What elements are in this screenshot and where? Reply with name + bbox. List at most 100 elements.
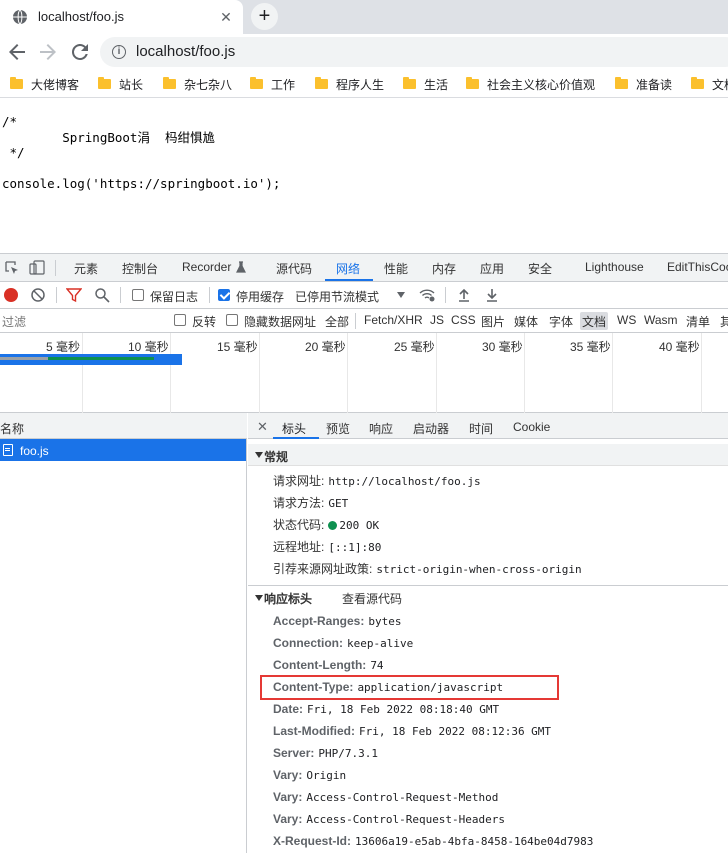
reload-icon[interactable] <box>68 40 92 64</box>
request-download-bar <box>48 357 154 360</box>
forward-arrow-icon[interactable] <box>36 40 60 64</box>
filter-type-all[interactable]: 全部 <box>323 312 351 330</box>
tab-close-icon[interactable]: ✕ <box>216 7 236 27</box>
devtools-tabbar: 元素 控制台 Recorder 源代码 网络 性能 内存 应用 安全 Light… <box>0 254 728 282</box>
export-har-icon[interactable] <box>484 287 500 303</box>
tab-initiator[interactable]: 启动器 <box>413 420 449 437</box>
response-header-row: Server: PHP/7.3.1 <box>273 746 378 764</box>
tab-elements[interactable]: 元素 <box>74 260 98 277</box>
filter-type-media[interactable]: 媒体 <box>512 312 540 330</box>
bookmark-item[interactable]: 准备读 <box>615 75 672 93</box>
timeline-label: 40 毫秒 <box>659 340 700 354</box>
throttling-select[interactable]: 已停用节流模式 <box>295 288 379 305</box>
import-har-icon[interactable] <box>456 287 472 303</box>
filter-type-js[interactable]: JS <box>428 312 446 330</box>
device-toolbar-icon[interactable] <box>29 260 45 276</box>
header-key: 请求方法: <box>273 496 325 510</box>
browser-tab[interactable]: localhost/foo.js ✕ <box>0 0 243 34</box>
invert-checkbox[interactable] <box>174 314 186 326</box>
tab-console[interactable]: 控制台 <box>122 260 158 277</box>
invert-label: 反转 <box>192 315 217 329</box>
filter-type-other[interactable]: 其他 <box>718 312 728 330</box>
record-icon[interactable] <box>3 287 19 303</box>
response-header-row: Vary: Origin <box>273 768 346 786</box>
site-info-icon[interactable]: i <box>112 45 126 59</box>
filter-type-img[interactable]: 图片 <box>479 312 507 330</box>
bookmark-item[interactable]: 社会主义核心价值观 <box>466 75 595 93</box>
request-name[interactable]: foo.js <box>20 444 49 458</box>
inspect-element-icon[interactable] <box>4 260 20 276</box>
close-details-icon[interactable]: ✕ <box>257 419 268 435</box>
chevron-down-icon[interactable] <box>397 292 405 298</box>
tab-cookies[interactable]: Cookie <box>513 420 550 434</box>
back-arrow-icon[interactable] <box>5 40 29 64</box>
status-ok-icon <box>328 521 338 530</box>
filter-type-wasm[interactable]: Wasm <box>642 312 680 330</box>
bookmark-label: 工作 <box>271 77 296 92</box>
preserve-log-checkbox[interactable] <box>132 289 144 301</box>
address-url[interactable]: localhost/foo.js <box>136 43 235 60</box>
filter-bar: 过滤 反转 隐藏数据网址 全部 Fetch/XHR JS CSS 图片 媒体 字… <box>0 309 728 333</box>
header-key: 状态代码: <box>273 518 325 532</box>
response-headers-section-header[interactable]: 响应标头 查看源代码 <box>248 585 728 607</box>
tab-timing[interactable]: 时间 <box>469 420 493 437</box>
bookmark-item[interactable]: 程序人生 <box>315 75 384 93</box>
bookmark-label: 社会主义核心价值观 <box>487 77 596 92</box>
tab-recorder[interactable]: Recorder <box>182 260 231 274</box>
bookmark-item[interactable]: 文档 <box>691 75 728 93</box>
tab-application[interactable]: 应用 <box>480 260 504 277</box>
network-overview[interactable]: 5 毫秒 10 毫秒 15 毫秒 20 毫秒 25 毫秒 30 毫秒 35 毫秒… <box>0 333 728 413</box>
bookmark-item[interactable]: 生活 <box>403 75 448 93</box>
timeline-gridline <box>347 333 348 413</box>
bookmark-item[interactable]: 大佬博客 <box>10 75 79 93</box>
request-list-header[interactable]: 名称 <box>0 413 247 439</box>
header-key: Accept-Ranges: <box>273 614 365 628</box>
header-value: PHP/7.3.1 <box>318 747 378 760</box>
filter-type-doc[interactable]: 文档 <box>580 312 609 330</box>
response-header-row: Content-Length: 74 <box>273 658 384 676</box>
general-section-header[interactable]: 常规 <box>248 444 728 466</box>
bookmark-item[interactable]: 工作 <box>250 75 295 93</box>
request-list: 名称 foo.js <box>0 413 247 853</box>
tab-preview[interactable]: 预览 <box>326 420 350 437</box>
folder-icon <box>615 77 628 89</box>
clear-icon[interactable] <box>30 287 46 303</box>
filter-input[interactable]: 过滤 <box>0 312 162 330</box>
bookmark-label: 准备读 <box>636 77 673 92</box>
tab-editthiscookie[interactable]: EditThisCookie <box>667 260 728 274</box>
address-bar[interactable]: i localhost/foo.js <box>100 37 728 67</box>
general-row: 状态代码: 200 OK <box>273 516 379 534</box>
disable-cache-checkbox[interactable] <box>218 289 230 301</box>
response-header-row: Date: Fri, 18 Feb 2022 08:18:40 GMT <box>273 702 499 720</box>
search-icon[interactable] <box>94 287 110 303</box>
timeline-gridline <box>612 333 613 413</box>
new-tab-button[interactable]: + <box>251 3 278 30</box>
tab-sources[interactable]: 源代码 <box>276 260 312 277</box>
tab-network[interactable]: 网络 <box>336 260 360 277</box>
filter-type-ws[interactable]: WS <box>615 312 638 330</box>
folder-icon <box>10 77 23 89</box>
general-row: 请求网址: http://localhost/foo.js <box>273 472 481 490</box>
column-name-header[interactable]: 名称 <box>0 420 24 437</box>
tab-lighthouse[interactable]: Lighthouse <box>585 260 644 274</box>
filter-icon[interactable] <box>66 287 82 303</box>
triangle-down-icon <box>255 595 263 601</box>
bookmark-item[interactable]: 站长 <box>98 75 143 93</box>
network-conditions-icon[interactable] <box>419 287 435 303</box>
tab-security[interactable]: 安全 <box>528 260 552 277</box>
request-row[interactable]: foo.js <box>0 439 246 461</box>
view-source-link[interactable]: 查看源代码 <box>342 590 402 607</box>
tab-performance[interactable]: 性能 <box>384 260 408 277</box>
timeline-label: 15 毫秒 <box>217 340 258 354</box>
filter-type-font[interactable]: 字体 <box>547 312 575 330</box>
filter-type-css[interactable]: CSS <box>449 312 478 330</box>
tab-response[interactable]: 响应 <box>369 420 393 437</box>
timeline-label: 5 毫秒 <box>46 340 81 354</box>
hide-data-urls-checkbox[interactable] <box>226 314 238 326</box>
filter-type-fetch-xhr[interactable]: Fetch/XHR <box>362 312 425 330</box>
tab-memory[interactable]: 内存 <box>432 260 456 277</box>
request-waiting-bar <box>0 357 48 360</box>
bookmark-item[interactable]: 杂七杂八 <box>163 75 232 93</box>
filter-type-manifest[interactable]: 清单 <box>684 312 712 330</box>
tab-headers[interactable]: 标头 <box>282 420 306 437</box>
